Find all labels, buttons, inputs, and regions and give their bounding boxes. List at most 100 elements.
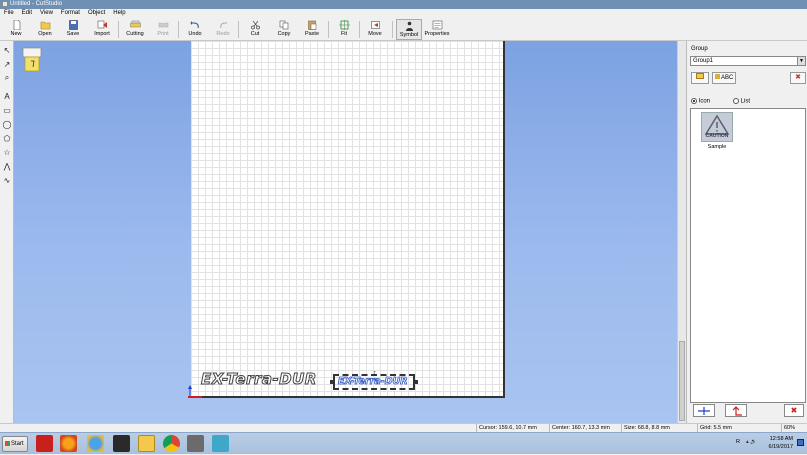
resize-handle[interactable] <box>330 380 334 384</box>
cutting-button[interactable]: Cutting <box>121 19 149 40</box>
cut-button[interactable]: Cut <box>244 19 266 40</box>
outlined-text-object[interactable]: EX-Terra-DUR <box>201 370 317 389</box>
group-label: Group <box>691 46 708 52</box>
folder-icon <box>696 73 704 79</box>
new-button[interactable]: New <box>4 19 28 40</box>
show-desktop-icon[interactable] <box>797 439 804 446</box>
vertical-scrollbar[interactable] <box>677 41 686 423</box>
view-icon-option[interactable]: Icon <box>691 98 710 105</box>
selection-box[interactable]: EX-Terra-DUR ↕ <box>330 370 418 390</box>
app-icon <box>2 1 8 7</box>
polygon-tool-icon[interactable]: ⬠ <box>1 132 13 144</box>
copy-icon <box>279 20 288 30</box>
group-select[interactable]: Group1 ▼ <box>690 56 806 66</box>
register-symbol-button[interactable] <box>725 404 747 417</box>
radio-selected-icon[interactable] <box>691 98 697 104</box>
tray-icons[interactable]: ▴ 🔊 <box>746 439 757 445</box>
toolbar: New Open Save Import Cutting Print Undo … <box>0 18 807 41</box>
toolbar-separator <box>178 21 179 38</box>
object-size: Size: 68.8, 8.8 mm <box>621 424 670 432</box>
text-tool-icon[interactable]: A <box>1 90 13 102</box>
properties-button[interactable]: Properties <box>423 19 451 40</box>
move-icon <box>370 21 380 29</box>
open-button[interactable]: Open <box>32 19 58 40</box>
scissors-icon <box>250 20 260 30</box>
redo-button[interactable]: Redo <box>212 19 234 40</box>
zoom-level: 60% <box>781 424 795 432</box>
clock-date: 6/19/2017 <box>768 444 793 450</box>
menu-view[interactable]: View <box>36 9 57 18</box>
register-arrow-icon <box>732 406 742 416</box>
insert-symbol-button[interactable] <box>693 404 715 417</box>
select-arrow-icon[interactable]: ↖ <box>1 44 13 56</box>
chrome-icon[interactable] <box>163 435 180 452</box>
delete-symbol-icon[interactable]: ✖ <box>790 72 806 84</box>
symbol-button[interactable]: Symbol <box>396 19 422 40</box>
status-bar: Cursor: 159.6, 10.7 mm Center: 160.7, 13… <box>0 423 807 432</box>
insert-arrow-icon <box>698 407 710 415</box>
selected-text-object[interactable]: EX-Terra-DUR <box>338 376 408 388</box>
cutstudio-app-icon[interactable] <box>212 435 229 452</box>
window-title: Untitled - CutStudio <box>10 1 63 7</box>
pdf-reader-icon[interactable] <box>36 435 53 452</box>
symbol-person-icon <box>405 21 413 31</box>
start-button[interactable]: Start <box>2 436 28 452</box>
save-disk-icon <box>68 20 78 30</box>
rectangle-tool-icon[interactable]: ▭ <box>1 104 13 116</box>
firefox-icon[interactable] <box>60 435 77 452</box>
menu-file[interactable]: File <box>0 9 18 18</box>
fit-button[interactable]: Fit <box>334 19 354 40</box>
menu-help[interactable]: Help <box>109 9 129 18</box>
undo-icon <box>190 21 199 29</box>
remove-symbol-icon[interactable]: ✖ <box>784 404 804 417</box>
zoom-icon[interactable]: ⌕ <box>1 72 13 84</box>
save-button[interactable]: Save <box>61 19 85 40</box>
tool-palette: ↖ ↗ ⌕ A ▭ ◯ ⬠ ☆ ⋀ ∿ <box>0 41 14 423</box>
grid-size: Grid: 5.5 mm <box>697 424 732 432</box>
node-edit-icon[interactable]: ↗ <box>1 58 13 70</box>
undo-button[interactable]: Undo <box>184 19 206 40</box>
symbol-gallery: CAUTION Sample <box>690 108 806 403</box>
drawing-sheet[interactable]: EX-Terra-DUR EX-Terra-DUR ↕ <box>188 41 505 398</box>
copy-button[interactable]: Copy <box>272 19 296 40</box>
menu-object[interactable]: Object <box>84 9 109 18</box>
internet-explorer-icon[interactable] <box>87 435 104 452</box>
move-handle-icon[interactable]: ↕ <box>373 370 377 377</box>
ellipse-tool-icon[interactable]: ◯ <box>1 118 13 130</box>
open-symbol-button[interactable] <box>691 72 709 84</box>
file-explorer-icon[interactable] <box>138 435 155 452</box>
paste-button[interactable]: Paste <box>300 19 324 40</box>
abc-button[interactable]: ABC <box>712 72 736 84</box>
move-button[interactable]: Move <box>364 19 386 40</box>
menu-format[interactable]: Format <box>57 9 84 18</box>
printer-icon <box>158 21 168 28</box>
scrollbar-thumb[interactable] <box>679 341 685 421</box>
import-button[interactable]: Import <box>88 19 116 40</box>
star-tool-icon[interactable]: ☆ <box>1 146 13 158</box>
properties-icon <box>432 20 442 30</box>
redo-icon <box>219 22 227 29</box>
chevron-down-icon[interactable]: ▼ <box>797 57 805 65</box>
line-tool-icon[interactable]: ⋀ <box>1 160 13 172</box>
language-indicator-icon[interactable]: R <box>736 439 740 445</box>
cutter-machine-icon[interactable] <box>22 46 42 72</box>
radio-icon[interactable] <box>733 98 739 104</box>
curve-tool-icon[interactable]: ∿ <box>1 174 13 186</box>
symbol-thumbnail[interactable]: CAUTION <box>701 112 733 142</box>
toolbar-separator <box>392 21 393 38</box>
toolbar-separator <box>118 21 119 38</box>
paste-clipboard-icon <box>307 20 316 30</box>
printer-app-icon[interactable] <box>187 435 204 452</box>
symbol-name: Sample <box>707 144 727 150</box>
title-bar: Untitled - CutStudio <box>0 0 807 9</box>
cutter-app-icon[interactable] <box>113 435 130 452</box>
menu-edit[interactable]: Edit <box>18 9 36 18</box>
center-position: Center: 160.7, 13.3 mm <box>549 424 610 432</box>
view-list-option[interactable]: List <box>733 98 750 105</box>
resize-handle[interactable] <box>414 380 418 384</box>
taskbar: Start 12:58 AM 6/19/2017 R ▴ 🔊 <box>0 432 807 454</box>
symbol-caption-text: CAUTION <box>705 133 729 139</box>
print-button[interactable]: Print <box>152 19 174 40</box>
new-file-icon <box>13 20 20 30</box>
windows-logo-icon <box>5 441 10 446</box>
